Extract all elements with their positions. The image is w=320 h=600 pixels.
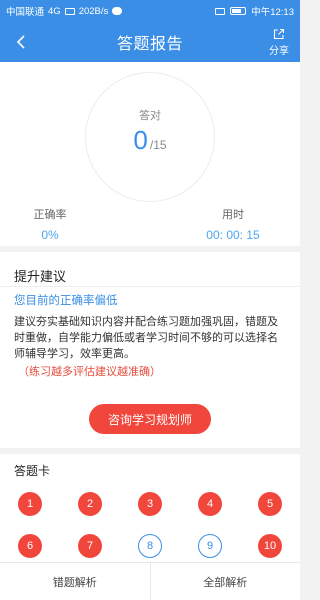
- answer-card: 答题卡 1 2 3 4 5 6 7 8 9 10: [0, 454, 300, 564]
- score-value: 0/15: [86, 125, 214, 156]
- nav-header: 答题报告 分享: [0, 22, 300, 62]
- accuracy-status: 您目前的正确率偏低: [14, 295, 118, 307]
- divider: [0, 286, 300, 287]
- network-type: 4G: [48, 5, 61, 17]
- question-2-button[interactable]: 2: [78, 492, 102, 516]
- suggestion-title: 提升建议: [14, 269, 67, 284]
- network-speed: 202B/s: [78, 5, 109, 17]
- share-icon: [273, 28, 285, 39]
- question-10-button[interactable]: 10: [258, 534, 282, 558]
- accuracy-label: 正确率: [33, 209, 67, 221]
- correct-count: 0: [133, 125, 148, 155]
- answer-card-title: 答题卡: [14, 464, 51, 478]
- message-icon: [112, 7, 123, 15]
- back-button[interactable]: [10, 30, 34, 54]
- wrong-analysis-button[interactable]: 错题解析: [0, 563, 150, 600]
- question-9-button[interactable]: 9: [198, 534, 222, 558]
- all-analysis-button[interactable]: 全部解析: [151, 563, 301, 600]
- suggestion-section: 提升建议 您目前的正确率偏低 建议夯实基础知识内容并配合练习题加强巩固，错题及时…: [0, 252, 300, 448]
- chevron-left-icon: [16, 35, 25, 49]
- accuracy-value: 0%: [41, 228, 59, 242]
- question-5-button[interactable]: 5: [258, 492, 282, 516]
- question-7-button[interactable]: 7: [78, 534, 102, 558]
- question-4-button[interactable]: 4: [198, 492, 222, 516]
- total-count: /15: [149, 138, 167, 152]
- eye-icon: [215, 7, 226, 15]
- question-6-button[interactable]: 6: [18, 534, 42, 558]
- suggestion-body: 建议夯实基础知识内容并配合练习题加强巩固，错题及时重做，自学能力偏低或者学习时间…: [14, 316, 278, 360]
- share-label: 分享: [269, 45, 289, 57]
- time-value: 00: 00: 15: [206, 228, 260, 242]
- question-1-button[interactable]: 1: [18, 492, 42, 516]
- score-card: 答对 0/15 正确率 0% 用时 00: 00: 15: [0, 62, 300, 246]
- suggestion-note: （练习越多评估建议越准确）: [18, 366, 161, 378]
- bottom-bar: 错题解析 全部解析: [0, 562, 300, 600]
- signal-icon: [64, 7, 75, 15]
- page-title: 答题报告: [116, 36, 183, 53]
- time-stat: 用时 00: 00: 15: [200, 206, 266, 242]
- share-button[interactable]: 分享: [264, 24, 294, 60]
- accuracy-stat: 正确率 0%: [24, 206, 76, 242]
- correct-count-label: 答对: [139, 110, 161, 122]
- battery-icon: [230, 7, 247, 15]
- question-8-button[interactable]: 8: [138, 534, 162, 558]
- question-3-button[interactable]: 3: [138, 492, 162, 516]
- time-label: 用时: [222, 209, 244, 221]
- score-circle: 答对 0/15: [85, 72, 215, 202]
- clock: 中午12:13: [251, 7, 294, 18]
- carrier-name: 中国联通: [6, 7, 45, 18]
- status-bar: 中国联通 4G 202B/s 中午12:13: [0, 0, 300, 22]
- consult-planner-button[interactable]: 咨询学习规划师: [89, 404, 211, 434]
- app-header-area: 中国联通 4G 202B/s 中午12:13 答题报告 分享: [0, 0, 300, 62]
